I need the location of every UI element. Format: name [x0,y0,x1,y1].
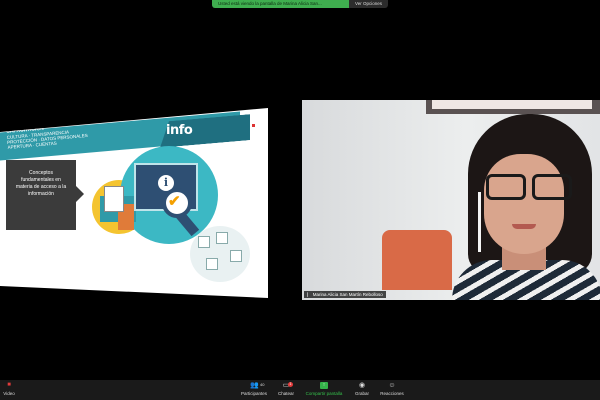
video-camera-icon: ■ [7,382,11,388]
screen-share-banner: Usted está viendo la pantalla de Marina … [212,0,388,8]
reactions-icon: ☺ [388,382,396,389]
view-options-button[interactable]: Ver Opciones [348,0,388,8]
money-icon [230,250,242,262]
concept-text: Conceptos fundamentales en materia de ac… [15,170,67,197]
participants-count: 40 [260,382,265,387]
archive-icon [216,232,228,244]
chair [382,230,452,290]
concept-box: Conceptos fundamentales en materia de ac… [6,160,76,230]
misc-icons-cluster [190,226,250,282]
clock-icon [206,258,218,270]
concept-arrow-icon [76,186,84,202]
participant-mouth [512,224,536,229]
book-icon [198,236,210,248]
participant-face [484,154,564,254]
reactions-button[interactable]: ☺ Reacciones [372,382,412,396]
record-icon: ◉ [358,382,366,389]
glasses-lens [486,174,526,200]
participant-name-tag: ⎸ Marina Alicia San Martín Rebolloso [304,291,386,298]
video-label: Video [3,391,15,396]
participants-label: Participantes [240,391,267,396]
glasses [486,174,572,200]
check-icon: ✔ [168,193,181,210]
share-screen-icon: ↑ [320,382,328,389]
earphone-cable [478,192,481,252]
record-label: Grabar [354,391,369,396]
chat-badge: 1 [288,382,293,387]
glasses-lens [532,174,572,200]
shared-screen: CAPACITACIÓN CULTURA · TRANSPARENCIA PRO… [0,108,268,298]
info-logo: info [166,123,193,138]
presentation-slide: CAPACITACIÓN CULTURA · TRANSPARENCIA PRO… [0,108,268,298]
chat-button[interactable]: ▭ Chatear 1 [266,382,306,396]
share-screen-label: Compartir pantalla [305,391,343,396]
share-screen-button[interactable]: ↑ Compartir pantalla [304,382,344,396]
video-button[interactable]: ■ Video [0,382,18,396]
participants-icon: 👥 [250,382,259,389]
meeting-toolbar: ■ Video 👥 Participantes 40 ▭ Chatear 1 ↑… [0,380,600,400]
document-icon [104,186,124,212]
participant-video-tile[interactable]: ⎸ Marina Alicia San Martín Rebolloso [302,100,600,300]
slide-marker [252,124,255,127]
share-status-text: Usted está viendo la pantalla de Marina … [212,0,349,8]
participant-name: Marina Alicia San Martín Rebolloso [312,292,383,297]
reactions-label: Reacciones [380,391,404,396]
picture-frame-inner [432,100,592,109]
chat-label: Chatear [277,391,294,396]
